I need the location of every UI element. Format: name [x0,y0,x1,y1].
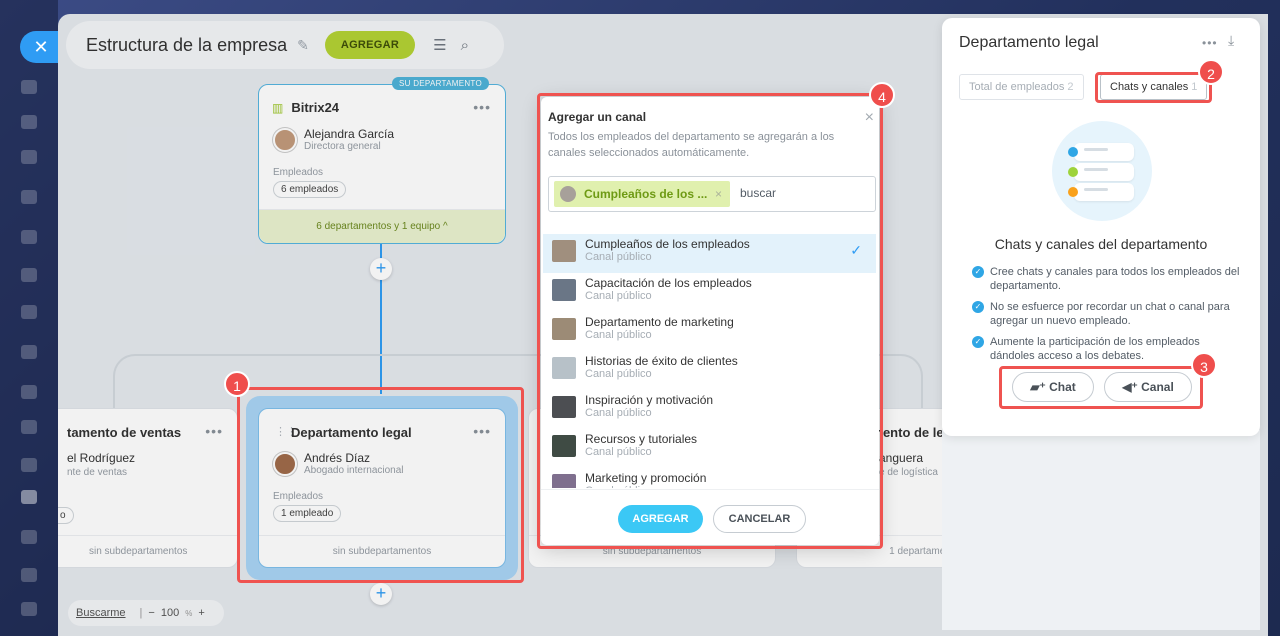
check-icon: ✓ [972,301,984,313]
building-icon: ▥ [272,100,284,115]
head-name: el Rodríguez [67,451,136,465]
zoom-bar: Buscarme | − 100 % + [68,600,224,626]
chats-illustration [1052,121,1152,221]
avatar [273,127,297,152]
close-slider-button[interactable]: ✕ [20,31,58,63]
rail-icon [21,530,37,544]
add-button[interactable]: AGREGAR [324,31,416,59]
zoom-unit: % [185,608,193,618]
your-department-badge: SU DEPARTAMENTO [391,77,489,90]
zoom-out-button[interactable]: − [148,607,154,619]
employees-count[interactable]: 6 empleados [273,181,347,198]
rail-icon [21,568,37,582]
highlight-legal-card [237,387,524,583]
benefit-item: ✓ Cree chats y canales para todos los emp… [972,265,1242,293]
rail-icon [21,268,37,282]
rail-icon [21,80,37,94]
rail-icon [21,150,37,164]
zoom-in-button[interactable]: + [198,607,204,619]
head-role: nte de ventas [67,467,128,478]
menu-icon[interactable]: ☰ [433,36,446,54]
tab-employees[interactable]: Total de empleados 2 [959,74,1084,100]
head-name: Alejandra García [304,127,395,141]
head-role: Directora general [304,141,381,152]
add-subdepartment-button[interactable]: + [370,583,392,605]
rail-icon [21,385,37,399]
step-marker: 4 [869,82,895,108]
rail-icon [21,115,37,129]
more-icon[interactable]: ••• [1202,36,1218,50]
head-role: e de logística [879,467,938,478]
search-icon[interactable]: ⌕ [461,37,469,54]
tab-count: 2 [1067,81,1074,93]
sales-department-card[interactable]: tamento de ventas ••• el Rodríguez nte d… [58,408,238,568]
step-marker: 3 [1191,352,1217,378]
collapse-icon[interactable]: ⤓ [1228,32,1234,49]
department-name: nento de le [875,425,944,440]
toolbar: Estructura de la empresa ✎ AGREGAR ☰ ⌕ [66,21,504,69]
tab-label: Total de empleados [969,81,1065,93]
benefit-item: ✓ No se esfuerce por recordar un chat o c… [972,300,1242,328]
rail-icon [21,458,37,472]
rail-icon [21,602,37,616]
rail-icon-active [21,490,37,504]
rail-icon [21,305,37,319]
panel-heading: Chats y canales del departamento [994,236,1208,252]
highlight-add-channel-dialog [537,93,883,549]
rail-icon [21,345,37,359]
find-me-link[interactable]: Buscarme [76,607,126,619]
page-title: Estructura de la empresa [86,34,288,55]
more-icon[interactable]: ••• [205,423,223,439]
right-panel-background [942,430,1260,630]
pin-icon[interactable]: ✎ [297,37,309,54]
panel-title: Departamento legal [959,34,1099,51]
highlight-create-buttons [999,366,1203,409]
rail-icon [21,230,37,244]
highlight-chats-tab [1095,72,1212,103]
zoom-value: 100 [160,607,180,619]
check-icon: ✓ [972,266,984,278]
more-icon[interactable]: ••• [473,99,491,115]
step-marker: 2 [1198,59,1224,85]
employees-label: Empleados [273,167,324,178]
department-head[interactable]: Alejandra García Directora general [273,127,394,152]
department-name: tamento de ventas [67,425,182,440]
add-subdepartment-button[interactable]: + [370,258,392,280]
head-name: anguera [879,451,924,465]
rail-icon [21,420,37,434]
employees-count[interactable]: o [58,507,74,524]
subdepartments-label: sin subdepartamentos [58,535,237,567]
check-icon: ✓ [972,336,984,348]
department-name: Bitrix24 [291,100,340,115]
rail-icon [21,190,37,204]
root-department-card[interactable]: SU DEPARTAMENTO ▥ Bitrix24 ••• Alejandra… [258,77,506,244]
left-rail [0,0,58,636]
step-marker: 1 [224,371,250,397]
subdepartments-toggle[interactable]: 6 departamentos y 1 equipo ^ [259,209,505,243]
